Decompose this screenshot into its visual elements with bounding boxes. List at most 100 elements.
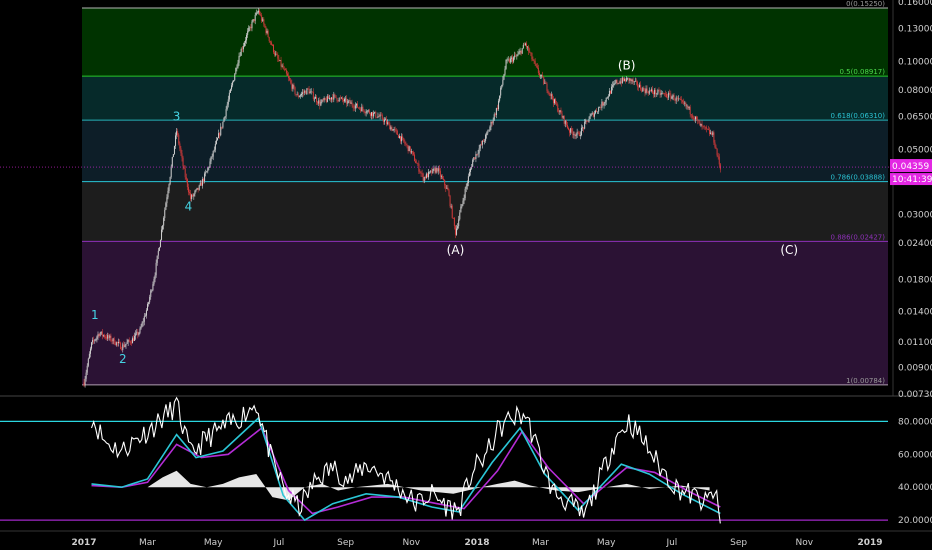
candle-body — [227, 99, 229, 105]
candle-body — [671, 96, 673, 99]
candle-body — [380, 114, 382, 116]
candle-body — [568, 128, 570, 130]
candle-body — [537, 67, 539, 74]
candle-body — [709, 129, 711, 134]
candle-body — [181, 153, 183, 158]
candle-body — [696, 116, 698, 120]
candle-body — [111, 340, 113, 342]
candle-body — [588, 118, 590, 122]
candle-body — [120, 342, 122, 350]
candle-body — [434, 168, 436, 173]
fib-zone-0-0-15250 — [82, 8, 888, 77]
candle-body — [541, 75, 543, 76]
candle-body — [243, 42, 245, 46]
candle-body — [254, 14, 256, 21]
candle-body — [420, 172, 422, 174]
candle-body — [288, 75, 290, 78]
candle-body — [454, 225, 456, 235]
candle-body — [474, 157, 476, 159]
candle-body — [122, 344, 124, 350]
candle-body — [481, 140, 483, 145]
candle-body — [123, 344, 125, 347]
candle-body — [355, 103, 357, 106]
candle-body — [714, 142, 716, 148]
time-tick-label: May — [204, 538, 223, 548]
candle-body — [410, 151, 412, 153]
candle-body — [109, 335, 111, 338]
candle-body — [140, 326, 142, 329]
candle-body — [256, 12, 258, 14]
time-tick-label: Sep — [730, 538, 747, 548]
candle-body — [700, 124, 702, 126]
time-tick-label: Sep — [337, 538, 354, 548]
candle-body — [589, 115, 591, 119]
candle-body — [101, 331, 103, 336]
candle-body — [95, 338, 97, 341]
candle-body — [233, 80, 235, 83]
candle-body — [280, 60, 282, 67]
candle-body — [519, 50, 521, 53]
candle-body — [559, 110, 561, 113]
candle-body — [565, 120, 567, 125]
candle-body — [548, 93, 550, 94]
candle-body — [171, 157, 173, 167]
candle-body — [346, 98, 348, 104]
candle-body — [316, 97, 318, 103]
candle-body — [710, 132, 712, 134]
candle-body — [93, 339, 95, 341]
candle-body — [513, 57, 515, 62]
candle-body — [114, 344, 116, 345]
candle-body — [667, 96, 669, 98]
time-tick-label: 2019 — [857, 538, 882, 548]
price-tick-label: 0.03000 — [898, 211, 932, 221]
candle-body — [282, 65, 284, 69]
candle-body — [429, 171, 431, 173]
candle-body — [262, 19, 264, 21]
candle-body — [607, 96, 609, 98]
wave-label-a: (A) — [447, 243, 465, 257]
candle-body — [707, 129, 709, 130]
candle-body — [317, 102, 319, 104]
candle-body — [102, 335, 104, 336]
candle-body — [499, 95, 501, 101]
candle-body — [669, 93, 671, 94]
candle-body — [147, 304, 149, 311]
candle-body — [687, 105, 689, 109]
candle-body — [204, 173, 206, 182]
candle-body — [461, 204, 463, 207]
candle-body — [538, 73, 540, 76]
candle-body — [390, 127, 392, 130]
candle-body — [236, 67, 238, 69]
candle-body — [666, 94, 668, 97]
candle-body — [365, 112, 367, 114]
candle-body — [303, 92, 305, 94]
candle-body — [198, 185, 200, 190]
candle-body — [586, 120, 588, 122]
candle-body — [534, 60, 536, 64]
candle-body — [148, 302, 150, 305]
candle-body — [458, 219, 460, 227]
fib-zone-0-786-0-03888 — [82, 181, 888, 242]
candle-body — [642, 87, 644, 92]
candle-body — [387, 122, 389, 124]
candle-body — [601, 101, 603, 108]
candle-body — [418, 163, 420, 172]
candle-body — [153, 279, 155, 285]
candle-body — [638, 86, 640, 88]
candle-body — [518, 52, 520, 55]
candle-body — [100, 331, 102, 334]
candle-body — [311, 91, 313, 93]
candle-body — [245, 40, 247, 43]
candle-body — [414, 154, 416, 162]
candle-body — [306, 88, 308, 95]
candle-body — [543, 77, 545, 84]
candle-body — [512, 57, 514, 62]
candle-body — [135, 333, 137, 336]
candle-body — [213, 149, 215, 151]
wave-label-4: 4 — [185, 199, 193, 213]
candle-body — [602, 101, 604, 106]
candle-body — [402, 136, 404, 139]
candle-body — [529, 51, 531, 53]
candle-body — [650, 89, 652, 91]
candle-body — [614, 83, 616, 84]
